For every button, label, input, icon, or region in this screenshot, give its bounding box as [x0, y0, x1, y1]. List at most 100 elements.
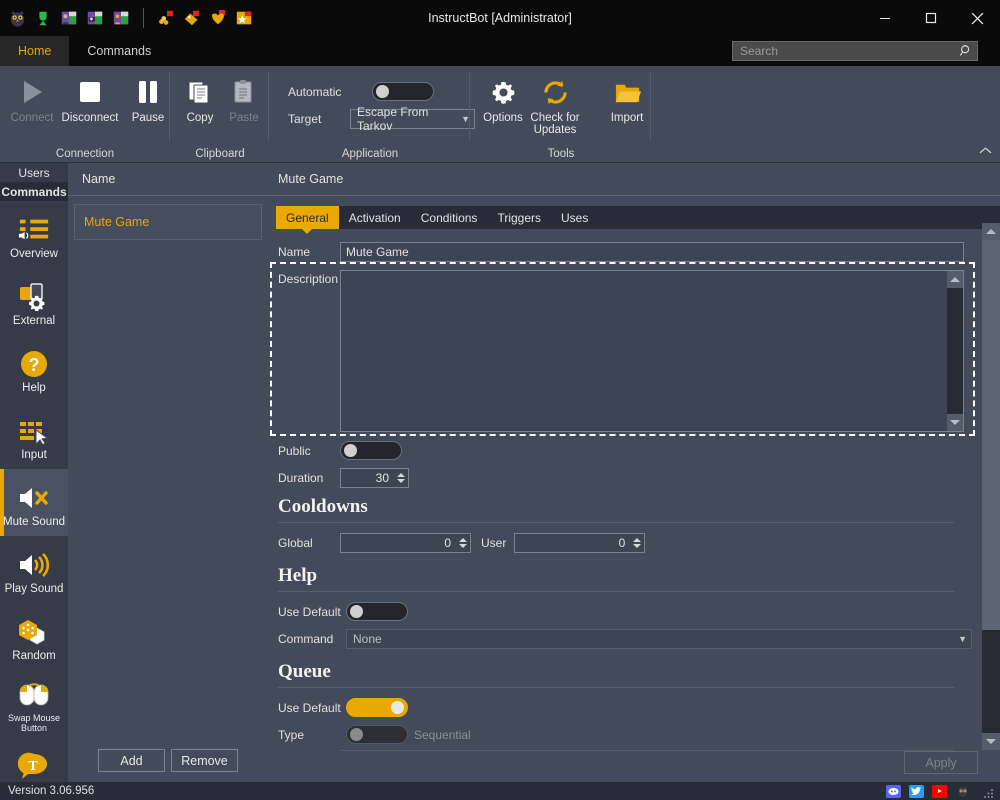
duration-spinner[interactable]: 30 — [340, 468, 409, 488]
search-input[interactable] — [740, 44, 959, 58]
global-cooldown-value[interactable]: 0 — [340, 533, 456, 553]
description-scroll-up-button[interactable] — [947, 271, 963, 288]
ribbon-tab-home[interactable]: Home — [0, 36, 70, 66]
disconnect-button[interactable]: Disconnect — [61, 72, 119, 138]
description-textarea[interactable] — [340, 270, 964, 432]
caret-up-icon[interactable] — [397, 473, 405, 477]
tab-conditions[interactable]: Conditions — [410, 206, 488, 229]
ribbon-group-tools: Options Check for Updates Import Tools — [471, 66, 651, 163]
sidebar-item-overview[interactable]: Overview — [0, 201, 68, 268]
import-button[interactable]: Import — [598, 72, 656, 138]
caret-down-icon[interactable] — [397, 479, 405, 483]
help-command-combobox[interactable]: None ▼ — [346, 629, 972, 649]
discord-icon[interactable] — [886, 784, 901, 798]
add-button[interactable]: Add — [98, 749, 165, 772]
resize-grip[interactable] — [983, 786, 995, 798]
refresh-icon — [541, 72, 570, 112]
sidebar-item-play-sound[interactable]: Play Sound — [0, 536, 68, 603]
description-row: Description — [278, 270, 982, 432]
queue-use-default-toggle[interactable] — [346, 698, 408, 717]
caret-up-icon[interactable] — [633, 538, 642, 542]
sidebar-item-random[interactable]: Random — [0, 603, 68, 670]
title-bar: InstructBot [Administrator] — [0, 0, 1000, 36]
queue-type-toggle[interactable] — [346, 725, 408, 744]
user-cooldown-spinner[interactable]: 0 — [514, 533, 646, 553]
public-toggle[interactable] — [340, 441, 402, 460]
qat-heart-icon[interactable] — [207, 7, 229, 29]
sidebar-tab-users[interactable]: Users — [0, 163, 68, 182]
speaker-play-icon — [17, 547, 51, 583]
description-scrollbar[interactable] — [947, 271, 963, 431]
minimize-button[interactable] — [862, 0, 908, 36]
name-input[interactable]: Mute Game — [340, 242, 964, 262]
paste-button[interactable]: Paste — [215, 72, 273, 138]
tab-triggers[interactable]: Triggers — [487, 206, 552, 229]
duration-spin-arrows[interactable] — [394, 468, 409, 488]
sidebar-item-external[interactable]: External — [0, 268, 68, 335]
form-scroll-track[interactable] — [982, 240, 1000, 733]
disconnect-label: Disconnect — [61, 112, 119, 124]
twitter-icon[interactable] — [909, 784, 924, 798]
form-scroll-up-button[interactable] — [982, 223, 1000, 240]
duration-value[interactable]: 30 — [340, 468, 394, 488]
collapse-ribbon-button[interactable] — [979, 146, 992, 158]
sidebar-item-swap-mouse-button[interactable]: Swap Mouse Button — [0, 670, 68, 737]
close-button[interactable] — [954, 0, 1000, 36]
qat-plug-icon[interactable] — [32, 7, 54, 29]
qat-shield-user-icon[interactable] — [58, 7, 80, 29]
maximize-button[interactable] — [908, 0, 954, 36]
tab-activation[interactable]: Activation — [338, 206, 411, 229]
caret-up-icon[interactable] — [459, 538, 467, 542]
sidebar-item-help[interactable]: ? Help — [0, 335, 68, 402]
owl-logo-icon[interactable] — [955, 785, 970, 798]
automatic-toggle[interactable] — [372, 82, 434, 101]
ribbon-tab-commands[interactable]: Commands — [69, 36, 169, 66]
youtube-icon[interactable] — [932, 784, 947, 798]
search-box[interactable] — [732, 41, 978, 61]
target-combobox[interactable]: Escape From Tarkov ▼ — [350, 105, 475, 133]
question-circle-icon: ? — [19, 346, 49, 382]
detail-panel: Mute Game General Activation Conditions … — [268, 163, 1000, 782]
tab-general[interactable]: General — [276, 206, 339, 234]
description-scroll-down-button[interactable] — [947, 414, 963, 431]
description-scroll-track[interactable] — [947, 288, 963, 414]
check-for-updates-button[interactable]: Check for Updates — [524, 72, 586, 138]
caret-down-icon[interactable] — [459, 544, 467, 548]
sidebar-item-text[interactable]: T Text — [0, 737, 68, 782]
sidebar-item-input[interactable]: Input — [0, 402, 68, 469]
qat-shield-camera-icon[interactable] — [84, 7, 106, 29]
version-label: Version 3.06.956 — [8, 785, 95, 797]
queue-use-default-row: Use Default — [278, 698, 982, 717]
section-rule — [278, 687, 954, 688]
qat-owl-logo-icon[interactable] — [6, 7, 28, 29]
apply-button[interactable]: Apply — [904, 751, 978, 774]
qat-shield-person-icon[interactable] — [110, 7, 132, 29]
form-scroll-down-button[interactable] — [982, 733, 1000, 750]
toggle-knob — [376, 85, 389, 98]
user-spin-arrows[interactable] — [630, 533, 646, 553]
qat-star-badge-icon[interactable] — [233, 7, 255, 29]
connect-button[interactable]: Connect — [3, 72, 61, 138]
list-item[interactable]: Mute Game — [74, 204, 262, 240]
paste-label: Paste — [229, 112, 259, 124]
global-label: Global — [278, 536, 313, 550]
connect-label: Connect — [10, 112, 54, 124]
form-scrollbar[interactable] — [982, 223, 1000, 750]
paste-icon — [229, 72, 259, 112]
help-use-default-toggle[interactable] — [346, 602, 408, 621]
qat-coins-icon[interactable] — [155, 7, 177, 29]
form-scroll-thumb[interactable] — [982, 240, 1000, 630]
list-buttons: Add Remove — [68, 749, 268, 772]
caret-down-icon[interactable] — [633, 544, 642, 548]
sidebar-item-mute-sound[interactable]: Mute Sound — [0, 469, 68, 536]
sidebar-item-label: Help — [22, 382, 46, 394]
global-cooldown-spinner[interactable]: 0 — [340, 533, 471, 553]
user-cooldown-value[interactable]: 0 — [514, 533, 631, 553]
ribbon-tab-strip: Home Commands — [0, 36, 1000, 66]
global-spin-arrows[interactable] — [456, 533, 471, 553]
name-label: Name — [278, 245, 311, 259]
tab-uses[interactable]: Uses — [551, 206, 599, 229]
sidebar-tab-commands[interactable]: Commands — [0, 182, 68, 201]
remove-button[interactable]: Remove — [171, 749, 238, 772]
qat-tag-icon[interactable] — [181, 7, 203, 29]
